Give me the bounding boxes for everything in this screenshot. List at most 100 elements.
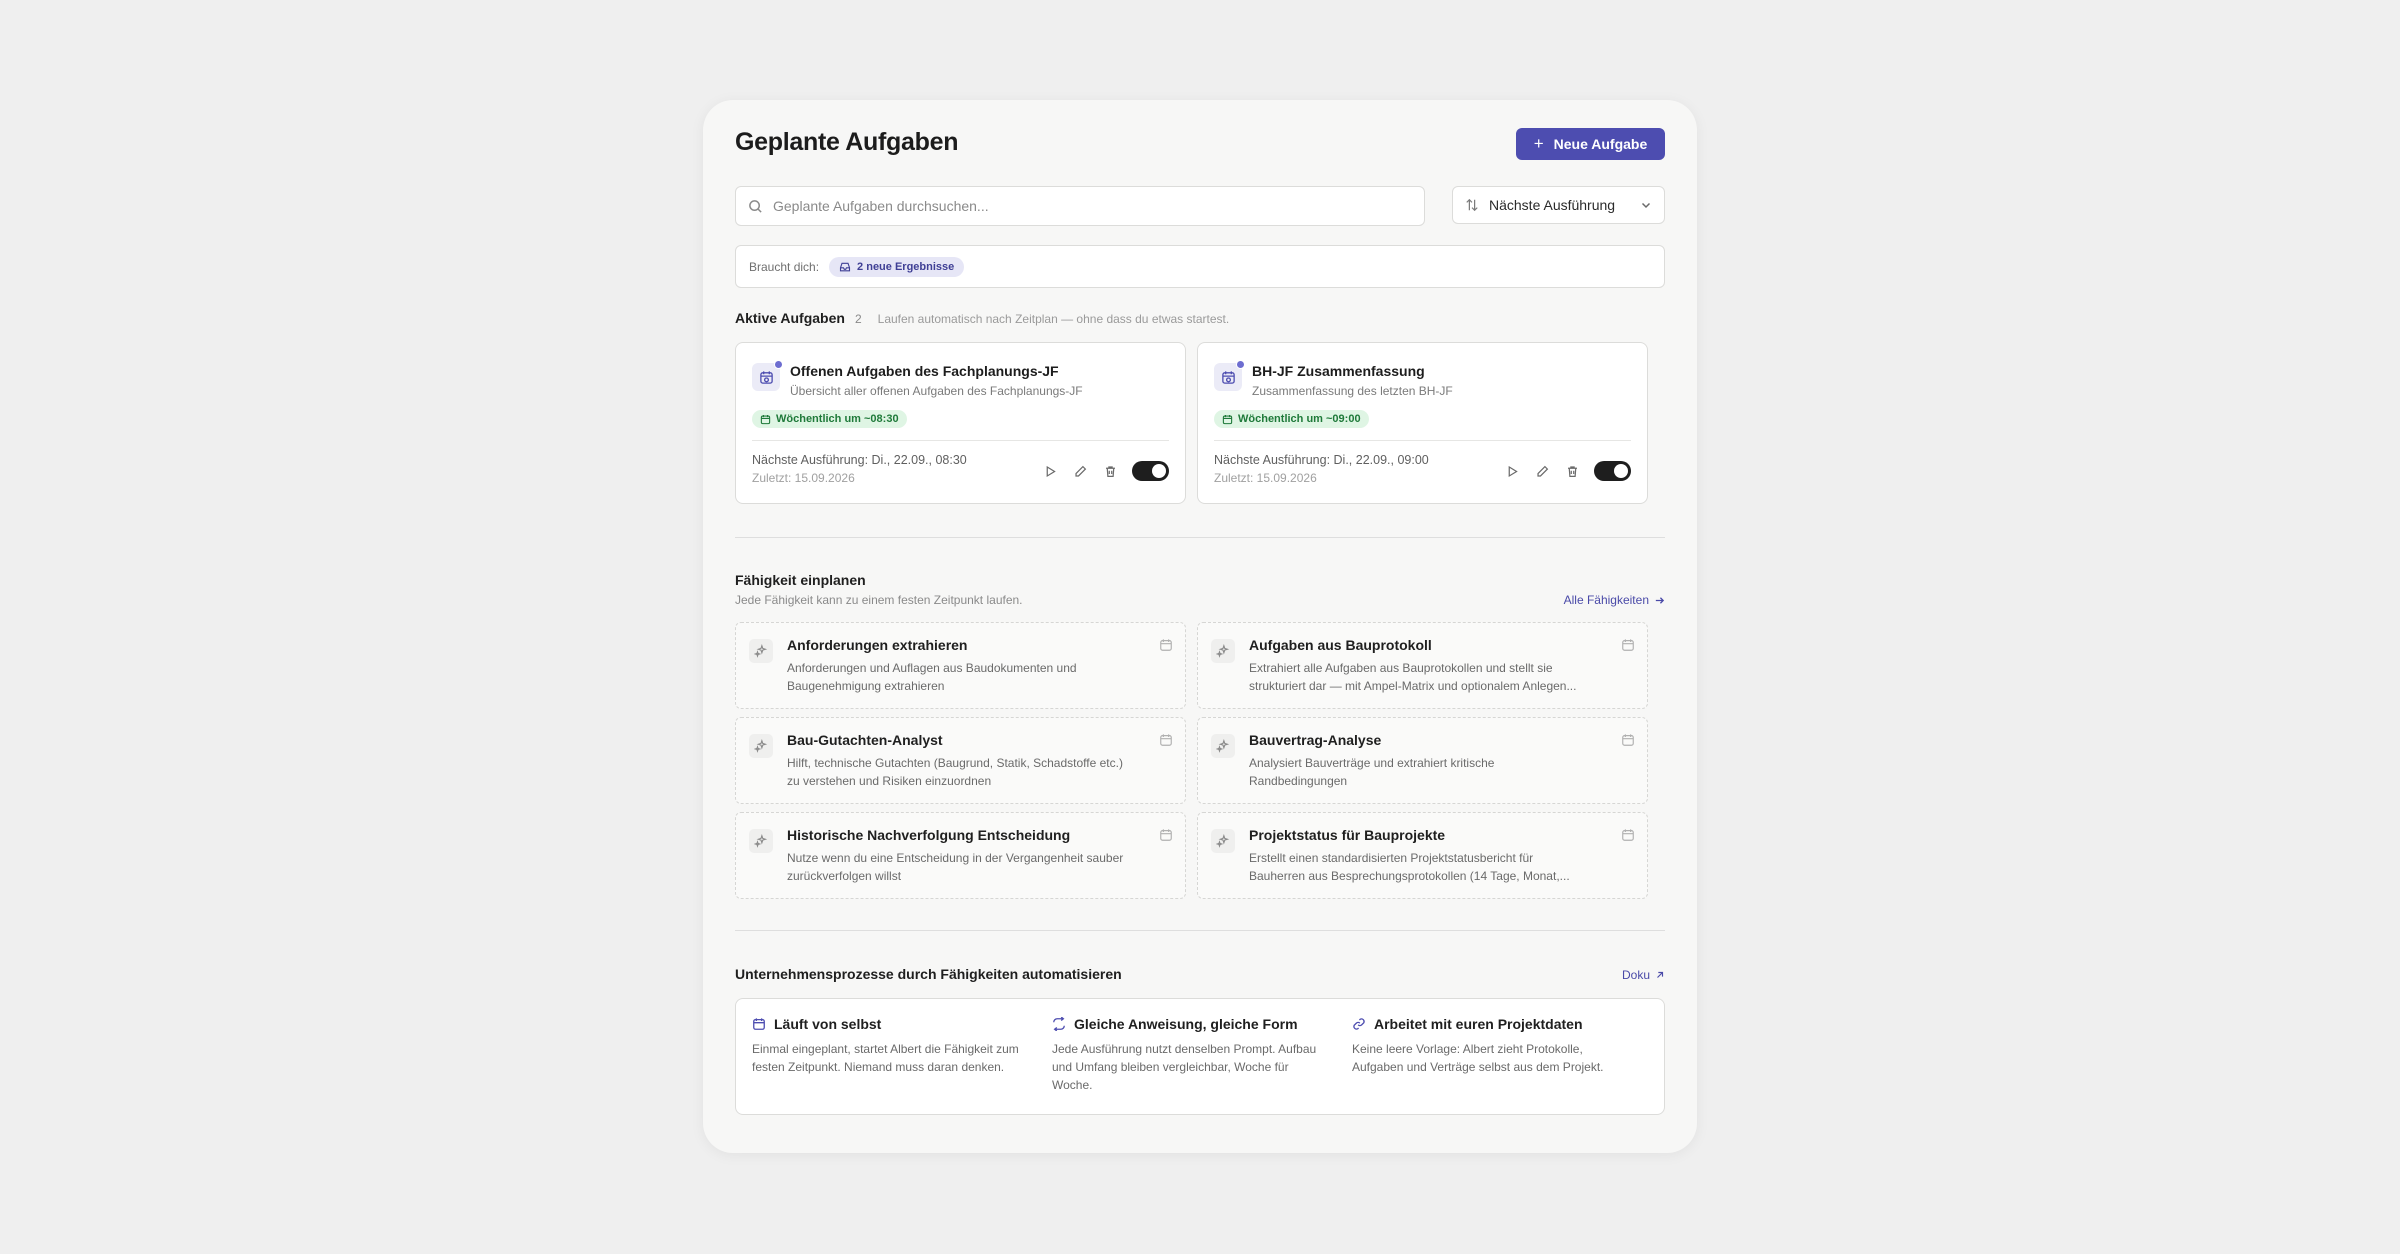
skill-title: Bauvertrag-Analyse bbox=[1249, 732, 1382, 748]
new-results-badge[interactable]: 2 neue Ergebnisse bbox=[829, 256, 965, 277]
calendar-icon bbox=[760, 414, 771, 424]
calendar-icon bbox=[753, 1018, 765, 1030]
scheduled-tasks-panel: Geplante Aufgaben + Neue Aufgabe Nächste… bbox=[703, 100, 1697, 1153]
skills-subtitle: Jede Fähigkeit kann zu einem festen Zeit… bbox=[735, 593, 1023, 607]
skill-title: Anforderungen extrahieren bbox=[787, 637, 968, 653]
calendar-icon[interactable] bbox=[1621, 733, 1635, 747]
skill-card[interactable]: Bau-Gutachten-Analyst Hilft, technische … bbox=[735, 717, 1186, 804]
skill-description: Hilft, technische Gutachten (Baugrund, S… bbox=[787, 756, 1123, 788]
calendar-icon[interactable] bbox=[1159, 638, 1173, 652]
trash-icon bbox=[1105, 465, 1115, 477]
skill-card[interactable]: Historische Nachverfolgung Entscheidung … bbox=[735, 812, 1186, 899]
sort-selected-label: Nächste Ausführung bbox=[1489, 197, 1616, 213]
calendar-clock-icon bbox=[759, 370, 773, 384]
feature-description: Keine leere Vorlage: Albert zieht Protok… bbox=[1352, 1042, 1604, 1074]
active-tasks-count: 2 bbox=[854, 312, 862, 326]
skill-card[interactable]: Aufgaben aus Bauprotokoll Extrahiert all… bbox=[1197, 622, 1648, 709]
sparkle-icon bbox=[749, 639, 773, 663]
search-bar[interactable] bbox=[735, 186, 1425, 226]
sort-dropdown[interactable]: Nächste Ausführung bbox=[1452, 186, 1665, 224]
doku-link-label: Doku bbox=[1621, 968, 1650, 982]
run-now-button[interactable] bbox=[1504, 463, 1520, 479]
page-title: Geplante Aufgaben bbox=[735, 128, 959, 156]
feature-item: Arbeitet mit euren Projektdaten Keine le… bbox=[1352, 1016, 1632, 1076]
skill-description: Extrahiert alle Aufgaben aus Bauprotokol… bbox=[1249, 661, 1577, 693]
divider bbox=[752, 440, 1169, 441]
schedule-label: Wöchentlich um ~08:30 bbox=[776, 413, 899, 425]
enabled-toggle[interactable] bbox=[1594, 461, 1631, 481]
task-card[interactable]: BH-JF Zusammenfassung Zusammenfassung de… bbox=[1197, 342, 1648, 504]
doku-link[interactable]: Doku bbox=[1622, 968, 1665, 982]
calendar-icon[interactable] bbox=[1621, 828, 1635, 842]
skills-title: Fähigkeit einplanen bbox=[735, 572, 866, 588]
skill-description: Anforderungen und Auflagen aus Baudokume… bbox=[787, 661, 1077, 693]
skill-description: Nutze wenn du eine Entscheidung in der V… bbox=[787, 851, 1124, 883]
last-run: Zuletzt: 15.09.2026 bbox=[1214, 471, 1317, 485]
active-tasks-note: Laufen automatisch nach Zeitplan — ohne … bbox=[877, 312, 1230, 326]
skill-title: Aufgaben aus Bauprotokoll bbox=[1249, 637, 1432, 653]
needs-you-bar: Braucht dich: 2 neue Ergebnisse bbox=[735, 245, 1665, 288]
skill-card[interactable]: Anforderungen extrahieren Anforderungen … bbox=[735, 622, 1186, 709]
enabled-toggle[interactable] bbox=[1132, 461, 1169, 481]
task-icon bbox=[1214, 360, 1245, 391]
last-run: Zuletzt: 15.09.2026 bbox=[752, 471, 855, 485]
delete-button[interactable] bbox=[1564, 463, 1580, 479]
sparkle-icon bbox=[749, 734, 773, 758]
feature-item: Gleiche Anweisung, gleiche Form Jede Aus… bbox=[1052, 1016, 1332, 1094]
search-input[interactable] bbox=[773, 198, 1393, 214]
skill-description: Erstellt einen standardisierten Projekts… bbox=[1249, 851, 1570, 883]
calendar-icon bbox=[1222, 414, 1233, 424]
schedule-badge: Wöchentlich um ~08:30 bbox=[752, 410, 907, 428]
task-card[interactable]: Offenen Aufgaben des Fachplanungs-JF Übe… bbox=[735, 342, 1186, 504]
play-icon bbox=[1046, 465, 1056, 477]
sparkle-icon bbox=[1211, 639, 1235, 663]
new-task-button[interactable]: + Neue Aufgabe bbox=[1516, 128, 1665, 160]
skill-title: Historische Nachverfolgung Entscheidung bbox=[787, 827, 1071, 843]
calendar-icon[interactable] bbox=[1621, 638, 1635, 652]
task-title: Offenen Aufgaben des Fachplanungs-JF bbox=[790, 363, 1059, 379]
skill-card[interactable]: Bauvertrag-Analyse Analysiert Bauverträg… bbox=[1197, 717, 1648, 804]
skill-title: Bau-Gutachten-Analyst bbox=[787, 732, 943, 748]
all-skills-link[interactable]: Alle Fähigkeiten bbox=[1564, 593, 1665, 607]
active-tasks-header: Aktive Aufgaben 2 Laufen automatisch nac… bbox=[735, 310, 1229, 326]
task-icon bbox=[752, 360, 783, 391]
feature-description: Jede Ausführung nutzt denselben Prompt. … bbox=[1052, 1042, 1317, 1092]
unread-dot bbox=[774, 360, 783, 369]
next-run: Nächste Ausführung: Di., 22.09., 08:30 bbox=[752, 453, 967, 467]
play-icon bbox=[1508, 465, 1518, 477]
run-now-button[interactable] bbox=[1042, 463, 1058, 479]
skill-card[interactable]: Projektstatus für Bauprojekte Erstellt e… bbox=[1197, 812, 1648, 899]
link-icon bbox=[1353, 1018, 1365, 1030]
new-results-badge-label: 2 neue Ergebnisse bbox=[857, 260, 955, 273]
skill-title: Projektstatus für Bauprojekte bbox=[1249, 827, 1446, 843]
calendar-clock-icon bbox=[1221, 370, 1235, 384]
edit-button[interactable] bbox=[1072, 463, 1088, 479]
calendar-icon[interactable] bbox=[1159, 733, 1173, 747]
feature-item: Läuft von selbst Einmal eingeplant, star… bbox=[752, 1016, 1032, 1076]
chevron-down-icon bbox=[1641, 202, 1651, 209]
unread-dot bbox=[1236, 360, 1245, 369]
search-icon bbox=[749, 199, 762, 213]
section-divider bbox=[735, 537, 1665, 538]
edit-button[interactable] bbox=[1534, 463, 1550, 479]
external-link-icon bbox=[1657, 971, 1664, 978]
arrow-right-icon bbox=[1655, 596, 1665, 604]
schedule-label: Wöchentlich um ~09:00 bbox=[1238, 413, 1361, 425]
pencil-icon bbox=[1074, 465, 1086, 477]
calendar-icon[interactable] bbox=[1159, 828, 1173, 842]
processes-title: Unternehmensprozesse durch Fähigkeiten a… bbox=[735, 966, 1122, 982]
new-task-button-label: Neue Aufgabe bbox=[1553, 136, 1648, 152]
repeat-icon bbox=[1053, 1017, 1065, 1031]
task-actions bbox=[1042, 461, 1169, 481]
sparkle-icon bbox=[1211, 734, 1235, 758]
feature-title: Arbeitet mit euren Projektdaten bbox=[1374, 1016, 1583, 1032]
feature-description: Einmal eingeplant, startet Albert die Fä… bbox=[752, 1042, 1019, 1074]
task-subtitle: Übersicht aller offenen Aufgaben des Fac… bbox=[790, 384, 1083, 398]
sparkle-icon bbox=[749, 829, 773, 853]
trash-icon bbox=[1567, 465, 1577, 477]
delete-button[interactable] bbox=[1102, 463, 1118, 479]
sort-icon bbox=[1466, 198, 1478, 212]
plus-icon: + bbox=[1533, 133, 1544, 153]
all-skills-link-label: Alle Fähigkeiten bbox=[1563, 593, 1649, 607]
toggle-knob bbox=[1614, 464, 1628, 478]
